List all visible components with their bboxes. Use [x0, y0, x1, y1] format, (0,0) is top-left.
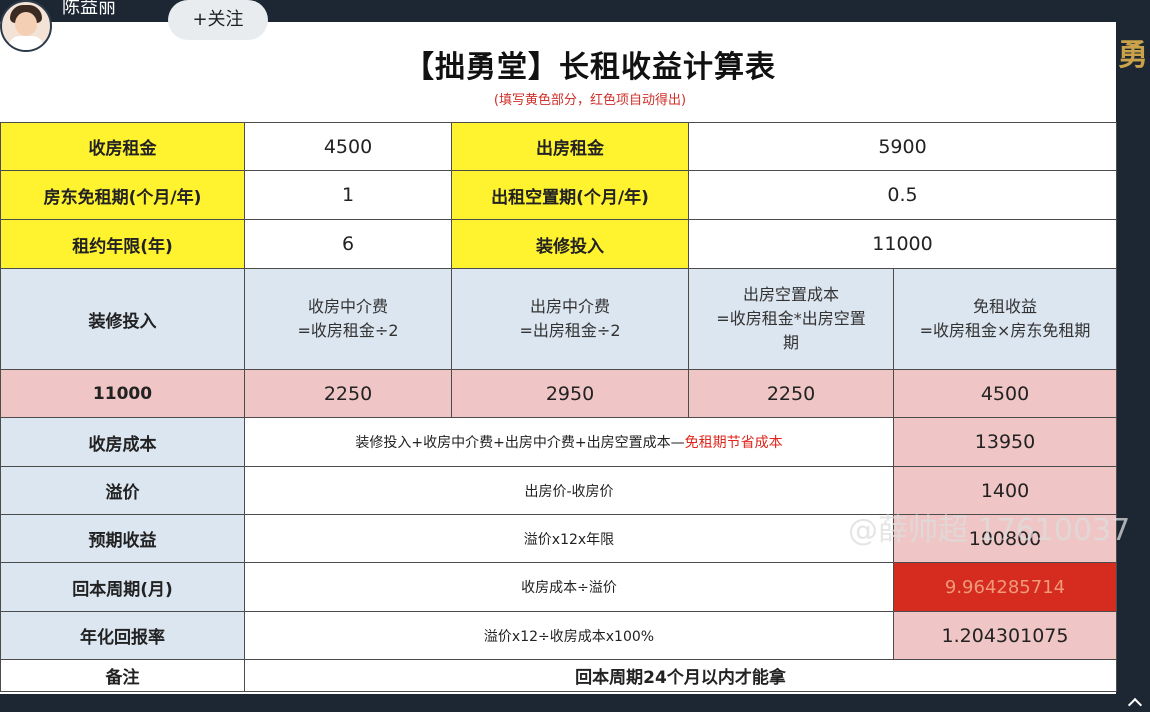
- streamer-name: 陈益丽: [62, 0, 116, 18]
- acquisition-cost-value: 13950: [892, 417, 1118, 467]
- formula-highlight: 免租期节省成本: [684, 435, 783, 451]
- rent-in-value[interactable]: 4500: [244, 122, 452, 171]
- table-row: 年化回报率 溢价x12÷收房成本x100% 1.204301075: [0, 611, 1118, 660]
- cost-value-vacancy: 2250: [688, 369, 894, 418]
- cost-header-renovation: 装修投入: [0, 268, 245, 370]
- header-line: 免租收益: [973, 297, 1038, 316]
- vacancy-period-label: 出租空置期(个月/年): [451, 170, 689, 220]
- rent-out-value[interactable]: 5900: [687, 122, 1118, 171]
- sheet-title: 【拙勇堂】长租收益计算表: [404, 50, 776, 85]
- premium-label: 溢价: [0, 466, 245, 515]
- free-period-value[interactable]: 1: [244, 170, 452, 220]
- cost-header-free-gain: 免租收益 =收房租金×房东免租期: [892, 268, 1118, 370]
- rent-out-label: 出房租金: [451, 122, 689, 171]
- sheet-header: 【拙勇堂】长租收益计算表 (填写黄色部分，红色项自动得出): [0, 22, 1116, 122]
- expected-income-label: 预期收益: [0, 514, 245, 563]
- rent-in-label: 收房租金: [0, 122, 245, 171]
- acquisition-cost-formula: 装修投入+收房中介费+出房中介费+出房空置成本—免租期节省成本: [244, 417, 894, 467]
- free-period-label: 房东免租期(个月/年): [0, 170, 245, 220]
- side-logo: 勇: [1118, 38, 1148, 73]
- payback-period-label: 回本周期(月): [0, 562, 245, 612]
- viewer-count: 8230人: [62, 30, 130, 52]
- avatar[interactable]: [0, 0, 52, 52]
- table-row: 收房租金 4500 出房租金 5900: [0, 122, 1118, 171]
- lease-term-label: 租约年限(年): [0, 219, 245, 269]
- watermark: @薛帅超 17610037: [848, 513, 1131, 548]
- table-row: 装修投入 收房中介费 =收房租金÷2 出房中介费 =出房租金÷2 出房空置成本 …: [0, 268, 1118, 370]
- table-row: 备注 回本周期24个月以内才能拿: [0, 659, 1118, 692]
- header-line: 出房中介费: [529, 297, 610, 316]
- note-value: 回本周期24个月以内才能拿: [243, 659, 1118, 692]
- header-line: 收房中介费: [307, 297, 388, 316]
- cost-header-vacancy-cost: 出房空置成本 =收房租金*出房空置 期: [688, 268, 894, 370]
- table-row: 收房成本 装修投入+收房中介费+出房中介费+出房空置成本—免租期节省成本 139…: [0, 417, 1118, 467]
- cost-value-agent-out: 2950: [451, 369, 689, 418]
- table-row: 房东免租期(个月/年) 1 出租空置期(个月/年) 0.5: [0, 170, 1118, 220]
- payback-period-formula: 收房成本÷溢价: [244, 562, 894, 612]
- cost-value-free-gain: 4500: [892, 369, 1118, 418]
- formula-text: 装修投入+收房中介费+出房中介费+出房空置成本—: [355, 435, 685, 451]
- annual-return-value: 1.204301075: [892, 611, 1118, 660]
- avatar-face: [15, 12, 37, 36]
- acquisition-cost-label: 收房成本: [0, 417, 245, 467]
- table-row: 11000 2250 2950 2250 4500: [0, 369, 1118, 418]
- chevron-up-icon[interactable]: [1127, 697, 1143, 712]
- cost-value-renovation: 11000: [0, 369, 245, 418]
- table-row: 回本周期(月) 收房成本÷溢价 9.964285714: [0, 562, 1118, 612]
- header-line: =收房租金*出房空置: [716, 309, 866, 328]
- annual-return-label: 年化回报率: [0, 611, 245, 660]
- header-line: 出房空置成本: [742, 285, 839, 304]
- table-row: 租约年限(年) 6 装修投入 11000: [0, 219, 1118, 269]
- expected-income-formula: 溢价x12x年限: [244, 514, 894, 563]
- vacancy-period-value[interactable]: 0.5: [687, 170, 1118, 220]
- payback-period-value: 9.964285714: [892, 562, 1118, 612]
- header-line: 期: [782, 333, 799, 352]
- header-line: =收房租金÷2: [297, 321, 399, 340]
- cost-header-agent-in: 收房中介费 =收房租金÷2: [244, 268, 452, 370]
- avatar-body: [8, 36, 44, 50]
- note-label: 备注: [0, 659, 245, 692]
- calculation-sheet: 【拙勇堂】长租收益计算表 (填写黄色部分，红色项自动得出) 收房租金 4500 …: [0, 22, 1118, 694]
- annual-return-formula: 溢价x12÷收房成本x100%: [244, 611, 894, 660]
- rental-calc-table: 收房租金 4500 出房租金 5900 房东免租期(个月/年) 1 出租空置期(…: [0, 122, 1118, 692]
- renovation-value[interactable]: 11000: [687, 219, 1118, 269]
- follow-button[interactable]: +关注: [168, 0, 268, 40]
- lease-term-value[interactable]: 6: [244, 219, 452, 269]
- premium-formula: 出房价-收房价: [244, 466, 894, 515]
- header-line: =收房租金×房东免租期: [919, 321, 1091, 340]
- renovation-label: 装修投入: [451, 219, 689, 269]
- header-line: =出房租金÷2: [519, 321, 621, 340]
- cost-value-agent-in: 2250: [244, 369, 452, 418]
- cost-header-agent-out: 出房中介费 =出房租金÷2: [451, 268, 689, 370]
- sheet-subtitle: (填写黄色部分，红色项自动得出): [493, 93, 687, 108]
